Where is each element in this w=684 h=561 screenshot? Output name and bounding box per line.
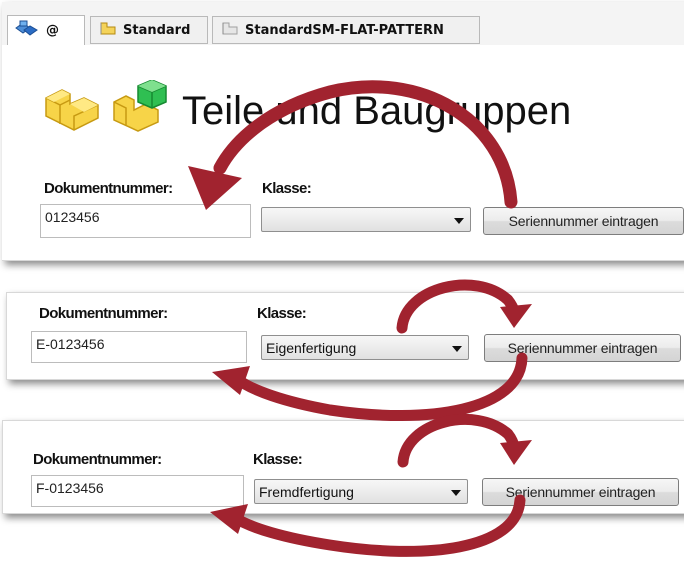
class-select-value: Eigenfertigung: [266, 340, 357, 356]
enter-serial-number-button[interactable]: Seriennummer eintragen: [483, 207, 684, 235]
enter-serial-number-button[interactable]: Seriennummer eintragen: [482, 478, 679, 506]
assembly-icon: [110, 79, 174, 137]
tab-standard[interactable]: Standard: [90, 16, 208, 44]
property-tab-panel: @ Standard StandardSM-FLAT-PATTERN Teile…: [2, 2, 684, 261]
document-number-field[interactable]: E-0123456: [31, 331, 247, 363]
tab-custom-properties[interactable]: @: [7, 15, 85, 45]
class-select-value: Fremdfertigung: [259, 484, 354, 500]
class-select[interactable]: Eigenfertigung: [261, 335, 469, 360]
class-label: Klasse:: [262, 180, 312, 197]
tab-content-area: [2, 45, 684, 65]
chevron-down-icon[interactable]: [451, 490, 461, 496]
page-title: Teile und Baugruppen: [182, 89, 572, 133]
document-number-label: Dokumentnummer:: [33, 451, 162, 468]
enter-serial-number-button[interactable]: Seriennummer eintragen: [484, 334, 681, 362]
document-number-label: Dokumentnummer:: [44, 180, 173, 197]
tab-standard-flat-pattern[interactable]: StandardSM-FLAT-PATTERN: [212, 16, 480, 44]
part-icon: [99, 20, 117, 40]
tab-label: Standard: [123, 22, 191, 38]
class-select[interactable]: Fremdfertigung: [254, 479, 468, 504]
document-number-label: Dokumentnummer:: [39, 305, 168, 322]
class-label: Klasse:: [257, 305, 307, 322]
tab-bar: @ Standard StandardSM-FLAT-PATTERN: [2, 2, 684, 45]
document-number-field[interactable]: F-0123456: [31, 475, 244, 507]
class-select[interactable]: [261, 207, 471, 232]
flat-pattern-icon: [221, 20, 239, 40]
chevron-down-icon[interactable]: [452, 346, 462, 352]
form-panel-fremdfertigung: Dokumentnummer: Klasse: F-0123456 Fremdf…: [2, 420, 684, 514]
document-number-field[interactable]: 0123456: [40, 204, 251, 238]
part-icon: [40, 80, 104, 137]
tab-label: @: [46, 23, 59, 38]
chevron-down-icon[interactable]: [454, 218, 464, 224]
class-label: Klasse:: [253, 451, 303, 468]
tab-label: StandardSM-FLAT-PATTERN: [245, 22, 444, 38]
form-panel-eigenfertigung: Dokumentnummer: Klasse: E-0123456 Eigenf…: [6, 292, 684, 380]
assembly-icon: [14, 19, 40, 43]
